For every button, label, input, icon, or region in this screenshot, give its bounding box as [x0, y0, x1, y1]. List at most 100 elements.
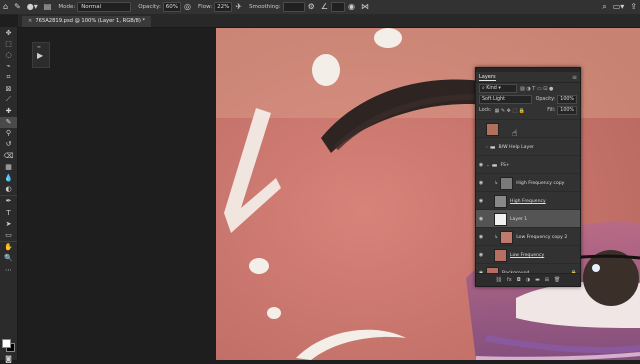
layer-row[interactable]: ◉ ↳ Low Frequency copy 2 — [476, 227, 580, 246]
grip-icon[interactable]: ▬ — [37, 44, 41, 49]
opacity-label: Opacity: — [535, 97, 556, 102]
angle-input[interactable] — [331, 2, 345, 12]
more-tools-icon[interactable]: ⋯ — [0, 264, 17, 275]
play-icon[interactable]: ▶ — [37, 51, 43, 60]
lasso-tool-icon[interactable]: ◌ — [0, 49, 17, 60]
layer-thumbnail — [500, 230, 514, 244]
share-icon[interactable]: ⇪ — [630, 0, 637, 14]
blend-mode-select[interactable]: Soft Light — [479, 95, 532, 104]
layer-name: High Frequency copy — [516, 180, 565, 186]
options-bar: ⌂ ✎ ●▾ ▤ Mode: Normal Opacity: 60% ◎ Flo… — [0, 0, 640, 15]
layers-panel: Layers ≡ ⌕ Kind ▾ ▨ ◑ T ▭ ⊡ ● Soft Light… — [475, 67, 581, 287]
angle-icon[interactable]: ∠ — [321, 0, 328, 14]
layer-kind-filter-label: Kind — [486, 86, 497, 91]
stamp-tool-icon[interactable]: ⚲ — [0, 128, 17, 139]
eye-icon[interactable]: ◉ — [476, 162, 486, 168]
layer-fill-input[interactable]: 100% — [557, 106, 577, 115]
smoothing-input[interactable] — [282, 2, 305, 12]
blur-tool-icon[interactable]: 💧 — [0, 172, 17, 183]
opacity-label: Opacity: — [138, 4, 161, 10]
marquee-tool-icon[interactable]: ⬚ — [0, 38, 17, 49]
foreground-color-swatch[interactable] — [2, 339, 11, 348]
flow-label: Flow: — [198, 4, 213, 10]
clip-icon: ↳ — [494, 180, 499, 186]
layer-name: FS+ — [500, 162, 510, 168]
layer-row[interactable]: ◉ Low Frequency — [476, 245, 580, 264]
eye-icon[interactable]: ◉ — [476, 198, 486, 204]
gear-icon[interactable]: ⚙ — [308, 0, 315, 14]
frame-tool-icon[interactable]: ⊠ — [0, 83, 17, 94]
path-select-tool-icon[interactable]: ➤ — [0, 218, 17, 229]
eraser-tool-icon[interactable]: ⌫ — [0, 150, 17, 161]
layer-thumbnail — [494, 194, 507, 208]
history-brush-tool-icon[interactable]: ↺ — [0, 139, 17, 150]
new-group-icon[interactable]: ▬ — [535, 277, 540, 283]
healing-brush-tool-icon[interactable]: ✚ — [0, 105, 17, 116]
document-tab[interactable]: × 765A2819.psd @ 100% (Layer 1, RGB/8) * — [22, 16, 152, 27]
eye-icon[interactable]: ◉ — [476, 252, 486, 258]
zoom-tool-icon[interactable]: 🔍 — [0, 253, 17, 264]
eyedropper-tool-icon[interactable]: ⟋ — [0, 94, 17, 105]
mode-label: Mode: — [58, 4, 76, 10]
pen-tool-icon[interactable]: ✒ — [0, 194, 17, 207]
shape-tool-icon[interactable]: ▭ — [0, 229, 17, 240]
search-icon[interactable]: ⌕ — [602, 0, 606, 14]
quick-mask-icon[interactable]: ◙ — [0, 353, 17, 364]
type-tool-icon[interactable]: T — [0, 207, 17, 218]
brush-preset-picker[interactable]: ●▾ — [27, 0, 38, 14]
pointer-cursor-icon: ☝ — [512, 129, 518, 139]
dodge-tool-icon[interactable]: ◐ — [0, 184, 17, 195]
link-icon[interactable]: ⛓ — [496, 277, 502, 283]
quick-select-tool-icon[interactable]: ⌁ — [0, 61, 17, 72]
trash-icon[interactable]: 🗑 — [554, 277, 560, 283]
actions-mini-panel: ▬ ▶ — [32, 42, 50, 68]
panel-menu-icon[interactable]: ≡ — [572, 74, 577, 81]
eye-icon[interactable]: ◉ — [476, 234, 486, 240]
pressure-opacity-icon[interactable]: ◎ — [184, 0, 191, 14]
eye-icon[interactable]: ◉ — [476, 180, 486, 186]
layer-row[interactable]: ◉ High Frequency — [476, 191, 580, 210]
home-icon[interactable]: ⌂ — [3, 0, 8, 14]
symmetry-icon[interactable]: ⋈ — [361, 0, 369, 14]
layers-panel-title[interactable]: Layers — [479, 74, 496, 81]
pressure-size-icon[interactable]: ◉ — [348, 0, 355, 14]
layer-row[interactable]: ◉ ⌄ ▬ FS+ — [476, 155, 580, 174]
layer-row[interactable] — [476, 119, 580, 138]
layer-filter-icons[interactable]: ▨ ◑ T ▭ ⊡ ● — [520, 86, 553, 92]
brush-tool-icon[interactable]: ✎ — [0, 116, 17, 128]
brush-settings-icon[interactable]: ▤ — [44, 0, 52, 14]
fx-icon[interactable]: fx — [507, 277, 512, 283]
flow-input[interactable]: 22% — [214, 2, 233, 12]
gradient-tool-icon[interactable]: ▦ — [0, 161, 17, 172]
clip-icon: ↳ — [494, 234, 499, 240]
folder-icon: ▬ — [489, 143, 496, 151]
layer-opacity-input[interactable]: 100% — [557, 95, 577, 104]
new-layer-icon[interactable]: ⊞ — [545, 277, 549, 283]
chevron-down-icon[interactable]: ⌄ — [486, 163, 490, 168]
hand-tool-icon[interactable]: ✋ — [0, 240, 17, 253]
smoothing-label: Smoothing: — [249, 4, 281, 10]
adjustment-icon[interactable]: ◑ — [526, 277, 530, 283]
layer-thumbnail — [500, 176, 514, 190]
layer-row[interactable]: ◉ ↳ High Frequency copy — [476, 173, 580, 192]
lock-icons[interactable]: ▦ ✎ ✥ ⬚ 🔒 — [495, 108, 525, 114]
opacity-input[interactable]: 60% — [162, 2, 182, 12]
layer-row-selected[interactable]: ◉ Layer 1 — [476, 209, 580, 228]
layer-kind-filter[interactable]: ⌕ Kind ▾ — [479, 84, 517, 93]
mode-select[interactable]: Normal — [77, 2, 132, 12]
workspace-icon[interactable]: ▭▾ — [613, 0, 625, 14]
close-icon[interactable]: × — [28, 18, 32, 24]
layer-name: B/W Help Layer — [498, 144, 534, 150]
chevron-right-icon[interactable]: › — [486, 145, 488, 150]
brush-tool-icon[interactable]: ✎ — [14, 0, 21, 14]
eye-icon[interactable]: ◉ — [476, 216, 486, 222]
airbrush-icon[interactable]: ✈ — [235, 0, 242, 14]
layers-panel-footer: ⛓ fx ◘ ◑ ▬ ⊞ 🗑 — [476, 273, 580, 286]
lock-label: Lock: — [479, 108, 492, 113]
layer-row[interactable]: › ▬ B/W Help Layer — [476, 137, 580, 156]
crop-tool-icon[interactable]: ⌗ — [0, 72, 17, 83]
tools-panel: ✥ ⬚ ◌ ⌁ ⌗ ⊠ ⟋ ✚ ✎ ⚲ ↺ ⌫ ▦ 💧 ◐ ✒ T ➤ ▭ ✋ … — [0, 27, 18, 363]
move-tool-icon[interactable]: ✥ — [0, 27, 17, 38]
layer-thumbnail — [494, 212, 507, 226]
mask-icon[interactable]: ◘ — [517, 277, 521, 283]
